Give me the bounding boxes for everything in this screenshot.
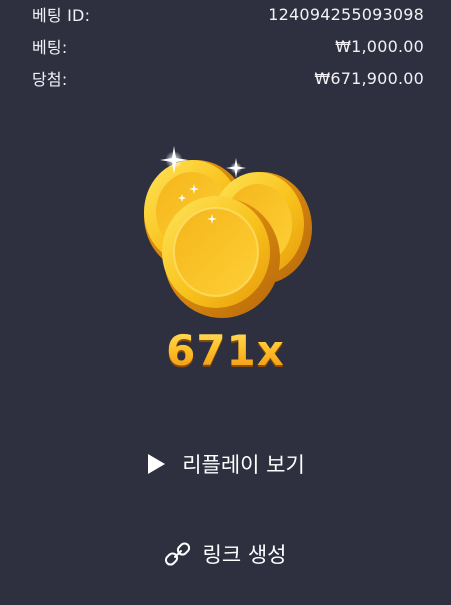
- create-link-button[interactable]: 링크 생성: [0, 538, 451, 570]
- bet-id-label: 베팅 ID:: [32, 6, 91, 25]
- gold-coins-icon: [136, 140, 326, 320]
- win-amount-row: 당첨: ₩671,900.00: [32, 66, 424, 90]
- bet-amount-value: ₩1,000.00: [335, 36, 424, 56]
- create-link-button-label: 링크 생성: [202, 543, 287, 567]
- win-multiplier: 671x: [0, 326, 451, 375]
- replay-button-label: 리플레이 보기: [182, 453, 305, 477]
- bet-id-row: 베팅 ID: 124094255093098: [32, 2, 424, 26]
- link-icon: [164, 541, 191, 567]
- replay-button[interactable]: 리플레이 보기: [0, 448, 451, 480]
- play-icon: [146, 453, 166, 475]
- win-amount-label: 당첨:: [32, 70, 68, 89]
- bet-amount-label: 베팅:: [32, 38, 68, 57]
- bet-id-value: 124094255093098: [268, 4, 424, 24]
- bet-amount-row: 베팅: ₩1,000.00: [32, 34, 424, 58]
- win-amount-value: ₩671,900.00: [314, 68, 424, 88]
